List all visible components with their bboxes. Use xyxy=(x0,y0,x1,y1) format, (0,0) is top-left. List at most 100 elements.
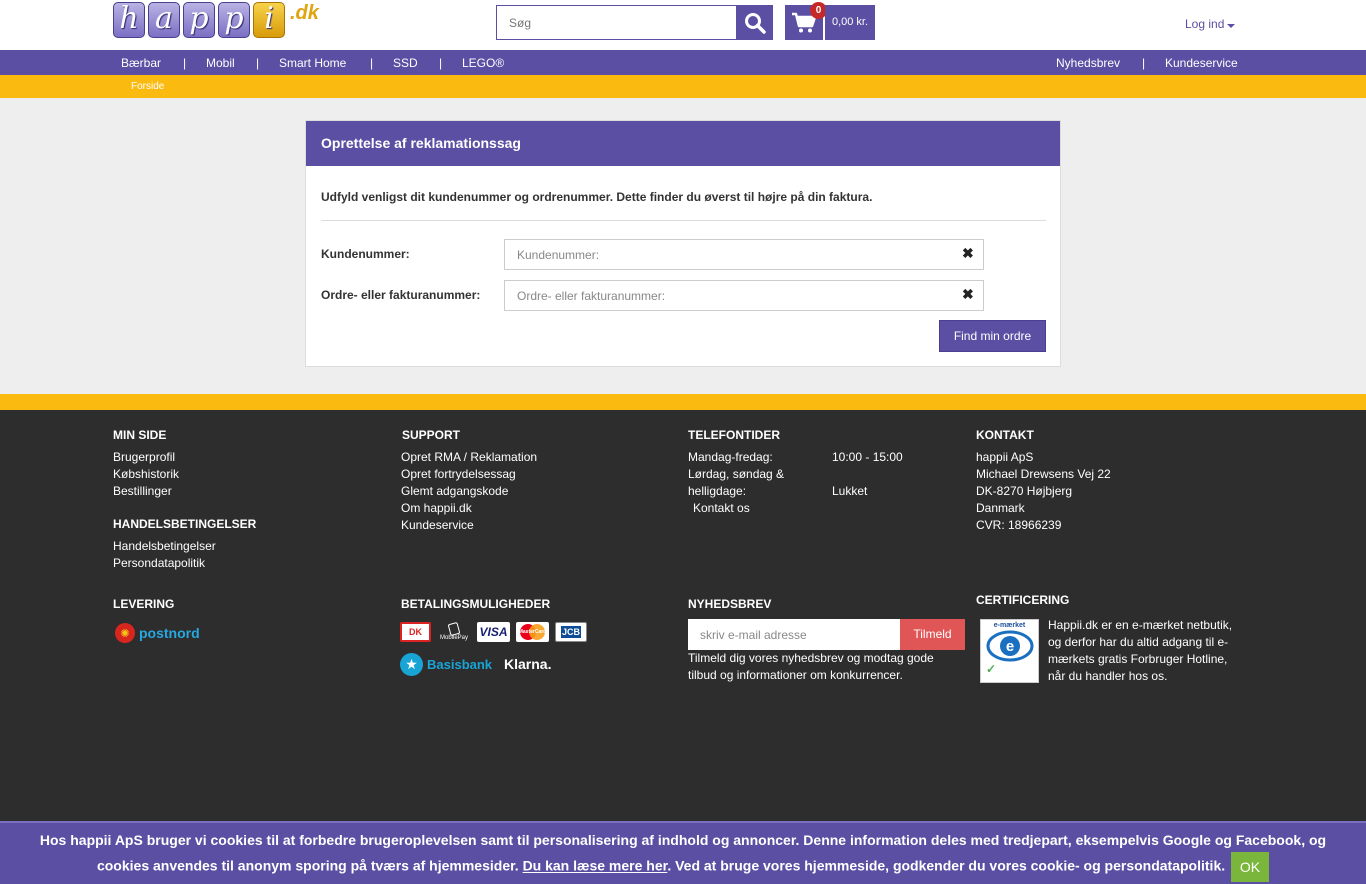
contact-line: Michael Drewsens Vej 22 xyxy=(976,467,1111,481)
contact-line: Danmark xyxy=(976,501,1025,515)
login-link[interactable]: Log ind xyxy=(1185,17,1236,31)
hours-label: Lørdag, søndag & xyxy=(688,467,785,481)
footer-link[interactable]: Handelsbetingelser xyxy=(113,538,216,555)
hours-value: 10:00 - 15:00 xyxy=(832,450,903,464)
basisbank-wordmark: Basisbank xyxy=(427,657,493,672)
footer-heading-handelsbetingelser: HANDELSBETINGELSER xyxy=(113,517,257,531)
newsletter-text: Tilmeld dig vores nyhedsbrev og modtag g… xyxy=(688,651,934,665)
logo-letter: p xyxy=(218,2,250,38)
dankort-logo: DK xyxy=(400,622,431,642)
footer-heading-min-side: MIN SIDE xyxy=(113,428,167,442)
mastercard-logo: MasterCard xyxy=(516,622,549,642)
nav-separator: | xyxy=(183,56,187,70)
search-input[interactable] xyxy=(496,5,737,40)
certification-text: Happii.dk er en e-mærket netbutik, xyxy=(1048,618,1233,632)
contact-us-link[interactable]: Kontakt os xyxy=(693,500,750,517)
logo-letter: p xyxy=(183,2,215,38)
logo-letter: h xyxy=(113,2,145,38)
nav-separator: | xyxy=(256,56,260,70)
divider xyxy=(321,220,1046,221)
nav-separator: | xyxy=(370,56,374,70)
site-footer: MIN SIDE Brugerprofil Købshistorik Besti… xyxy=(0,410,1366,884)
svg-text:e: e xyxy=(1005,638,1013,655)
panel-intro-text: Udfyld venligst dit kundenummer og ordre… xyxy=(321,190,873,204)
footer-heading-betaling: BETALINGSMULIGHEDER xyxy=(401,597,551,611)
cookie-ok-button[interactable]: OK xyxy=(1231,852,1270,882)
mobilepay-label: MobilePay xyxy=(439,635,468,641)
postnord-emblem-icon: ✺ xyxy=(115,623,135,643)
customer-number-label: Kundenummer: xyxy=(321,247,410,261)
breadcrumb-bar: Forside xyxy=(0,75,1366,98)
footer-heading-support: SUPPORT xyxy=(402,428,461,442)
nav-item-lego[interactable]: LEGO® xyxy=(462,56,504,70)
nav-item-kundeservice[interactable]: Kundeservice xyxy=(1165,56,1238,70)
customer-number-input[interactable] xyxy=(504,239,984,270)
e-maerket-badge[interactable]: e-mærket e ✓ xyxy=(980,619,1039,683)
footer-link[interactable]: Bestillinger xyxy=(113,483,172,500)
cookie-read-more-link[interactable]: Du kan læse mere her xyxy=(523,858,668,874)
nav-item-baerbar[interactable]: Bærbar xyxy=(121,56,161,70)
order-number-label: Ordre- eller fakturanummer: xyxy=(321,288,481,302)
hours-value: Lukket xyxy=(832,484,868,498)
happii-logo[interactable]: h a p p i .dk xyxy=(113,2,319,38)
footer-link[interactable]: Købshistorik xyxy=(113,466,179,483)
search-button[interactable] xyxy=(736,5,773,40)
visa-logo: VISA xyxy=(477,622,510,642)
footer-link[interactable]: Brugerprofil xyxy=(113,449,175,466)
search-icon xyxy=(744,12,766,34)
basisbank-star-icon: ★ xyxy=(400,653,423,676)
newsletter-text: tilbud og informationer om konkurrencer. xyxy=(688,668,903,682)
mobilepay-icon xyxy=(447,621,461,637)
klarna-logo: Klarna. xyxy=(504,656,552,672)
cookie-text: . Ved at bruge vores hjemmeside, godkend… xyxy=(667,857,1226,874)
clear-icon[interactable]: ✖ xyxy=(962,245,974,262)
site-header: h a p p i .dk 0 0,00 kr. Log ind xyxy=(0,0,1366,50)
jcb-logo: JCB xyxy=(555,622,587,642)
footer-link[interactable]: Persondatapolitik xyxy=(113,555,205,572)
cookie-text-line-2: cookies anvendes til anonym sporing på t… xyxy=(0,852,1366,882)
newsletter-email-input[interactable] xyxy=(688,619,900,650)
nav-item-smart-home[interactable]: Smart Home xyxy=(279,56,346,70)
eye-icon: e xyxy=(986,630,1033,662)
contact-line: CVR: 18966239 xyxy=(976,518,1062,532)
e-maerket-label: e-mærket xyxy=(993,622,1026,629)
newsletter-subscribe-button[interactable]: Tilmeld xyxy=(900,619,965,650)
logo-letter: i xyxy=(253,2,285,38)
checkmark-icon: ✓ xyxy=(986,662,997,676)
hours-label: helligdage: xyxy=(688,484,747,498)
panel-title: Oprettelse af reklamationssag xyxy=(306,121,1060,166)
mobilepay-logo: MobilePay xyxy=(437,620,471,644)
breadcrumb-home[interactable]: Forside xyxy=(131,81,164,92)
footer-heading-telefontider: TELEFONTIDER xyxy=(688,428,780,442)
nav-item-mobil[interactable]: Mobil xyxy=(206,56,235,70)
main-nav: Bærbar | Mobil | Smart Home | SSD | LEGO… xyxy=(0,50,1366,75)
hours-label: Mandag-fredag: xyxy=(688,450,773,464)
login-label: Log ind xyxy=(1185,17,1225,31)
logo-letter: a xyxy=(148,2,180,38)
nav-item-ssd[interactable]: SSD xyxy=(393,56,418,70)
clear-icon[interactable]: ✖ xyxy=(962,286,974,303)
footer-heading-kontakt: KONTAKT xyxy=(976,428,1034,442)
postnord-logo: ✺ postnord xyxy=(115,623,200,643)
footer-link[interactable]: Opret fortrydelsessag xyxy=(401,466,516,483)
jcb-label: JCB xyxy=(560,626,581,638)
cookie-banner: Hos happii ApS bruger vi cookies til at … xyxy=(0,821,1366,884)
contact-line: happii ApS xyxy=(976,450,1034,464)
footer-heading-levering: LEVERING xyxy=(113,597,175,611)
nav-item-nyhedsbrev[interactable]: Nyhedsbrev xyxy=(1056,56,1120,70)
footer-heading-nyhedsbrev: NYHEDSBREV xyxy=(688,597,772,611)
certification-text: og derfor har du altid adgang til e- xyxy=(1048,635,1229,649)
footer-link[interactable]: Glemt adgangskode xyxy=(401,483,508,500)
contact-line: DK-8270 Højbjerg xyxy=(976,484,1073,498)
postnord-wordmark: postnord xyxy=(139,625,200,641)
cart-total[interactable]: 0,00 kr. xyxy=(825,5,875,40)
footer-stripe xyxy=(0,394,1366,410)
footer-link[interactable]: Om happii.dk xyxy=(401,500,472,517)
find-order-button[interactable]: Find min ordre xyxy=(939,320,1046,352)
cookie-text: cookies anvendes til anonym sporing på t… xyxy=(96,857,519,874)
mastercard-label: MasterCard xyxy=(518,629,547,635)
order-number-input[interactable] xyxy=(504,280,984,311)
footer-link[interactable]: Opret RMA / Reklamation xyxy=(401,449,537,466)
logo-suffix: .dk xyxy=(290,2,319,24)
footer-link[interactable]: Kundeservice xyxy=(401,517,474,534)
